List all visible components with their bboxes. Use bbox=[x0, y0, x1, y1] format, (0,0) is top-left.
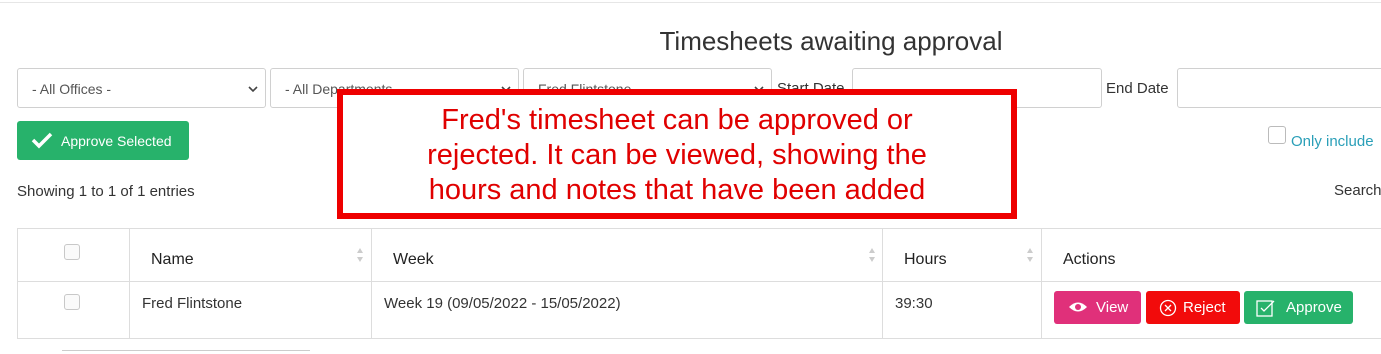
checkbox-check-icon bbox=[1256, 300, 1275, 317]
view-label: View bbox=[1096, 299, 1129, 316]
reject-circle-x-icon bbox=[1159, 299, 1177, 317]
only-include-checkbox[interactable] bbox=[1268, 126, 1286, 144]
approve-selected-button[interactable]: Approve Selected bbox=[17, 121, 189, 160]
column-divider bbox=[371, 229, 372, 339]
entries-info: Showing 1 to 1 of 1 entries bbox=[17, 183, 195, 200]
end-date-label: End Date bbox=[1106, 80, 1169, 97]
column-divider bbox=[17, 229, 18, 339]
row-name: Fred Flintstone bbox=[142, 295, 243, 312]
select-all-checkbox[interactable] bbox=[64, 244, 80, 260]
row-week: Week 19 (09/05/2022 - 15/05/2022) bbox=[384, 295, 621, 312]
column-header-hours[interactable]: Hours bbox=[904, 251, 947, 269]
annotation-line: rejected. It can be viewed, showing the bbox=[427, 139, 927, 171]
chevron-down-icon bbox=[248, 86, 258, 93]
column-header-actions: Actions bbox=[1063, 251, 1116, 268]
page-title: Timesheets awaiting approval bbox=[659, 26, 1003, 56]
page-length-control bbox=[62, 350, 310, 354]
table-header-row bbox=[17, 229, 1381, 282]
checkmark-icon bbox=[31, 132, 53, 149]
sort-icon[interactable] bbox=[1026, 247, 1034, 263]
end-date-input[interactable] bbox=[1177, 68, 1381, 108]
office-select-value: - All Offices - bbox=[32, 81, 112, 97]
column-divider bbox=[882, 229, 883, 339]
eye-icon bbox=[1069, 302, 1087, 312]
column-divider bbox=[129, 229, 130, 339]
reject-label: Reject bbox=[1183, 299, 1226, 316]
approve-label: Approve bbox=[1286, 299, 1342, 316]
sort-icon[interactable] bbox=[868, 247, 876, 263]
top-divider bbox=[0, 2, 1381, 3]
only-include-label: Only include bbox=[1291, 133, 1374, 150]
row-checkbox[interactable] bbox=[64, 294, 80, 310]
column-header-week[interactable]: Week bbox=[393, 251, 434, 269]
annotation-line: Fred's timesheet can be approved or bbox=[441, 104, 913, 136]
office-select[interactable]: - All Offices - bbox=[17, 68, 266, 108]
column-divider bbox=[1041, 229, 1042, 339]
reject-button[interactable]: Reject bbox=[1146, 291, 1240, 324]
row-hours: 39:30 bbox=[895, 295, 933, 312]
sort-icon[interactable] bbox=[356, 247, 364, 263]
view-button[interactable]: View bbox=[1054, 291, 1141, 324]
approve-selected-label: Approve Selected bbox=[61, 133, 172, 149]
search-label: Search bbox=[1334, 182, 1381, 199]
approve-button[interactable]: Approve bbox=[1244, 291, 1353, 324]
column-header-name[interactable]: Name bbox=[151, 251, 194, 269]
annotation-line: hours and notes that have been added bbox=[428, 174, 926, 206]
annotation-callout: Fred's timesheet can be approved or reje… bbox=[337, 89, 1017, 219]
